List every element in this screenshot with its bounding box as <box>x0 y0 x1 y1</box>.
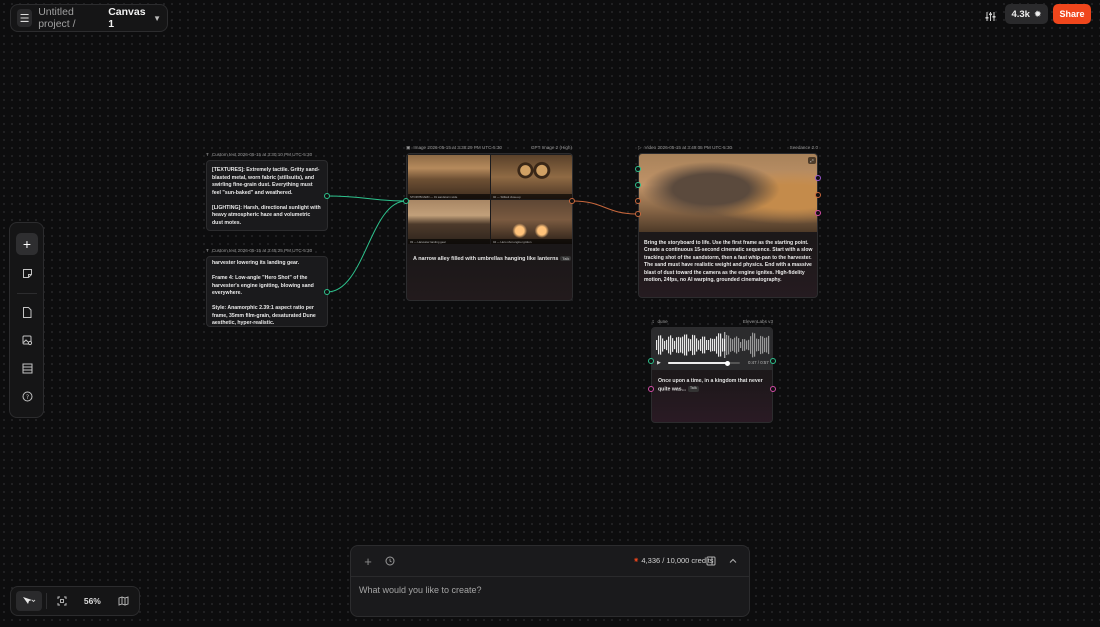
text-node-body: harvester lowering its landing gear. Fra… <box>212 260 316 327</box>
pointer-tool-select[interactable] <box>16 591 42 611</box>
audio-seek-bar[interactable] <box>668 360 740 366</box>
output-port[interactable] <box>770 358 776 364</box>
project-name[interactable]: Untitled project / <box>38 6 102 30</box>
input-port[interactable] <box>648 358 654 364</box>
audio-prompt-tag[interactable]: Talk <box>687 385 699 393</box>
input-port[interactable] <box>648 386 654 392</box>
text-icon: Ŧ <box>206 152 209 157</box>
prompt-toolbar: + ⁕ 4,336 / 10,000 credits <box>351 546 749 577</box>
audio-prompt: Once upon a time, in a kingdom that neve… <box>658 378 763 393</box>
sticky-note-icon[interactable] <box>16 262 38 284</box>
video-node-header: ▷ Video 2026-05-15 at 3:49:05 PM UTC-5:30… <box>638 145 818 150</box>
audio-icon: ♫ <box>651 319 655 324</box>
play-icon[interactable]: ▶ <box>657 360 661 366</box>
project-bar: ☰ Untitled project / Canvas 1 ▼ <box>10 4 168 32</box>
svg-text:?: ? <box>25 393 28 401</box>
panel-toggle-icon[interactable] <box>704 554 718 568</box>
expand-icon[interactable]: ⤢ <box>808 157 816 164</box>
text-node-frames[interactable]: harvester lowering its landing gear. Fra… <box>206 256 328 327</box>
sparkle-icon: ⁕ <box>633 556 640 565</box>
input-port[interactable] <box>635 166 641 172</box>
storyboard-frame-3[interactable]: 03 — Harvester landing gear <box>408 200 490 244</box>
layout-icon[interactable] <box>16 357 38 379</box>
prompt-box: + ⁕ 4,336 / 10,000 credits <box>350 545 750 617</box>
image-model-label[interactable]: GPT Image 2 (High) <box>531 145 572 150</box>
input-port[interactable] <box>403 198 409 204</box>
edge-image-video <box>571 200 639 215</box>
add-icon[interactable]: + <box>361 554 375 569</box>
edge-text2-image <box>326 200 407 293</box>
tool-rail: + ? <box>9 222 44 418</box>
output-port[interactable] <box>324 289 330 295</box>
prompt-input[interactable] <box>359 585 739 595</box>
history-icon[interactable] <box>383 554 397 568</box>
audio-time: 0:47 / 0:57 <box>748 360 769 365</box>
input-port[interactable] <box>635 198 641 204</box>
credits-badge[interactable]: 4.3k ✹ <box>1005 4 1048 24</box>
zoom-bar: 56% <box>10 586 140 616</box>
image-icon: ▣ <box>406 145 411 150</box>
output-port[interactable] <box>815 192 821 198</box>
map-icon[interactable] <box>112 591 134 611</box>
text-node-header: Ŧ Custom text 2026-05-15 at 3:45:25 PM UT… <box>206 248 313 253</box>
text-node-header: Ŧ Custom text 2026-05-15 at 3:30:10 PM UT… <box>206 152 313 157</box>
video-preview[interactable]: ⤢ <box>639 154 817 232</box>
output-port[interactable] <box>569 198 575 204</box>
edges-layer <box>326 195 639 293</box>
output-port[interactable] <box>815 210 821 216</box>
output-port[interactable] <box>770 386 776 392</box>
menu-icon[interactable]: ☰ <box>17 9 33 27</box>
share-button[interactable]: Share <box>1053 4 1091 24</box>
fit-view-icon[interactable] <box>51 591 73 611</box>
chevron-down-icon[interactable]: ▼ <box>153 14 161 23</box>
audio-model-label[interactable]: ElevenLabs v3 <box>743 319 773 324</box>
image-node-header: ▣ Image 2026-05-15 at 3:38:29 PM UTC-5:30… <box>406 145 572 150</box>
text-icon: Ŧ <box>206 248 209 253</box>
audio-node-header: ♫ dune ElevenLabs v3 <box>651 319 773 324</box>
help-icon[interactable]: ? <box>16 385 38 407</box>
canvas-name[interactable]: Canvas 1 <box>108 6 147 30</box>
image-prompt-tag[interactable]: Talk <box>560 256 572 262</box>
audio-player: ▶ 0:47 / 0:57 <box>652 328 772 370</box>
gear-icon: ✹ <box>1033 8 1042 19</box>
video-model-label[interactable]: Seedance 2.0 <box>790 145 818 150</box>
file-icon[interactable] <box>16 301 38 323</box>
edge-text1-image <box>326 195 407 202</box>
sliders-icon[interactable] <box>980 6 1000 26</box>
input-port[interactable] <box>635 182 641 188</box>
storyboard-frame-4[interactable]: 04 — Hero shot engine ignition <box>491 200 572 244</box>
zoom-level[interactable]: 56% <box>77 596 109 606</box>
chevron-up-icon[interactable] <box>726 554 740 568</box>
audio-node[interactable]: ▶ 0:47 / 0:57 Once upon a time, in a kin… <box>651 327 773 423</box>
video-prompt: Bring the storyboard to life. Use the fi… <box>644 240 813 283</box>
image-search-icon[interactable] <box>16 329 38 351</box>
input-port[interactable] <box>635 211 641 217</box>
credits-counter: ⁕ 4,336 / 10,000 credits <box>633 556 714 565</box>
image-prompt: A narrow alley filled with umbrellas han… <box>413 256 572 262</box>
text-node-textures[interactable]: [TEXTURES]: Extremely tactile. Gritty sa… <box>206 160 328 231</box>
storyboard-frame-2[interactable]: 02 — Stillsuit close-up <box>491 155 572 199</box>
storyboard-frame-1[interactable]: STORYBOARD — 01 sandstorm wide <box>408 155 490 199</box>
audio-waveform[interactable] <box>656 332 770 358</box>
add-icon[interactable]: + <box>16 233 38 255</box>
image-node[interactable]: STORYBOARD — 01 sandstorm wide 02 — Stil… <box>406 153 573 301</box>
play-icon: ▷ <box>638 145 642 150</box>
credits-badge-value: 4.3k <box>1011 8 1030 20</box>
video-node[interactable]: ⤢ Bring the storyboard to life. Use the … <box>638 153 818 298</box>
output-port[interactable] <box>324 193 330 199</box>
output-port[interactable] <box>815 175 821 181</box>
text-node-body: [TEXTURES]: Extremely tactile. Gritty sa… <box>212 167 321 226</box>
